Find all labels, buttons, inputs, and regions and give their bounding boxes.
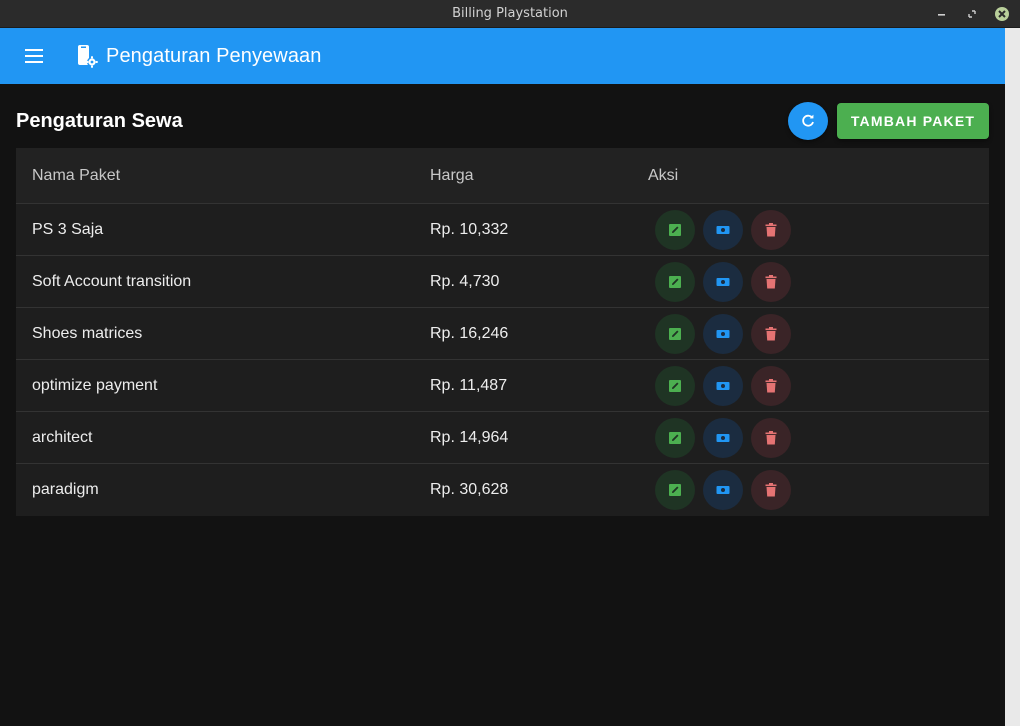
delete-icon <box>765 222 777 236</box>
delete-button[interactable] <box>751 417 791 458</box>
header-price: Harga <box>430 166 474 184</box>
page-title: Pengaturan Sewa <box>16 109 183 132</box>
app-bar-title: Pengaturan Penyewaan <box>106 44 322 67</box>
page-header: Pengaturan Sewa TAMBAH PAKET <box>16 102 989 140</box>
table-row: architect Rp. 14,964 <box>16 412 989 464</box>
close-button[interactable] <box>990 4 1014 24</box>
refresh-icon <box>802 114 814 127</box>
cell-price: Rp. 10,332 <box>430 220 509 238</box>
restore-icon <box>968 10 976 18</box>
view-icon <box>716 277 730 286</box>
cell-price: Rp. 14,964 <box>430 428 509 446</box>
edit-button[interactable] <box>655 417 695 458</box>
delete-button[interactable] <box>751 470 791 510</box>
delete-icon <box>765 430 777 444</box>
table-header: Nama Paket Harga Aksi <box>16 148 989 204</box>
refresh-button[interactable] <box>788 102 828 140</box>
minimize-button[interactable] <box>930 4 954 24</box>
app-bar: Pengaturan Penyewaan <box>0 28 1005 84</box>
cell-actions <box>632 261 791 302</box>
header-name: Nama Paket <box>32 166 121 184</box>
cell-price: Rp. 16,246 <box>430 324 509 342</box>
view-button[interactable] <box>703 365 743 406</box>
view-icon <box>716 486 730 494</box>
table-row: paradigm Rp. 30,628 <box>16 464 989 516</box>
view-button[interactable] <box>703 261 743 302</box>
restore-button[interactable] <box>960 4 984 24</box>
delete-icon <box>765 378 777 392</box>
window-controls <box>930 4 1014 24</box>
delete-button[interactable] <box>751 261 791 302</box>
close-icon <box>995 7 1009 21</box>
window-titlebar: Billing Playstation <box>0 0 1020 28</box>
view-button[interactable] <box>703 417 743 458</box>
delete-button[interactable] <box>751 365 791 406</box>
edit-icon <box>669 484 681 496</box>
header-actions: TAMBAH PAKET <box>788 102 989 140</box>
cell-name: paradigm <box>32 481 99 498</box>
cell-price: Rp. 11,487 <box>430 376 508 394</box>
cell-actions <box>632 417 791 458</box>
table-row: Soft Account transition Rp. 4,730 <box>16 256 989 308</box>
cell-name: PS 3 Saja <box>32 220 104 238</box>
delete-button[interactable] <box>751 209 791 250</box>
menu-button[interactable] <box>16 38 52 74</box>
view-icon <box>716 225 730 234</box>
cell-actions <box>632 365 791 406</box>
cell-name: architect <box>32 428 93 446</box>
table-body: PS 3 Saja Rp. 10,332 Soft Account transi… <box>16 204 989 516</box>
edit-icon <box>669 327 681 340</box>
cell-actions <box>632 313 791 354</box>
scrollbar-track[interactable] <box>1005 28 1020 726</box>
app-window: Pengaturan Penyewaan Pengaturan Sewa TAM… <box>0 28 1005 726</box>
minimize-icon <box>938 14 945 16</box>
table-row: PS 3 Saja Rp. 10,332 <box>16 204 989 256</box>
edit-button[interactable] <box>655 209 695 250</box>
delete-icon <box>765 483 777 497</box>
view-icon <box>716 329 730 338</box>
phone-settings-icon <box>78 45 98 68</box>
edit-button[interactable] <box>655 470 695 510</box>
packages-table: Nama Paket Harga Aksi PS 3 Saja Rp. 10,3… <box>16 148 989 516</box>
delete-icon <box>765 274 777 288</box>
view-button[interactable] <box>703 209 743 250</box>
delete-button[interactable] <box>751 313 791 354</box>
view-icon <box>716 433 730 442</box>
app-logo <box>76 44 98 68</box>
edit-icon <box>669 275 681 288</box>
edit-button[interactable] <box>655 313 695 354</box>
cell-name: optimize payment <box>32 376 158 394</box>
cell-name: Shoes matrices <box>32 324 143 342</box>
cell-actions <box>632 209 791 250</box>
window-title: Billing Playstation <box>452 6 568 21</box>
table-row: Shoes matrices Rp. 16,246 <box>16 308 989 360</box>
view-icon <box>716 381 730 390</box>
menu-icon <box>25 49 43 63</box>
edit-icon <box>669 223 681 236</box>
view-button[interactable] <box>703 470 743 510</box>
edit-button[interactable] <box>655 365 695 406</box>
edit-icon <box>669 379 681 392</box>
table-row: optimize payment Rp. 11,487 <box>16 360 989 412</box>
delete-icon <box>765 326 777 340</box>
edit-button[interactable] <box>655 261 695 302</box>
cell-price: Rp. 30,628 <box>430 481 509 498</box>
cell-price: Rp. 4,730 <box>430 272 500 290</box>
view-button[interactable] <box>703 313 743 354</box>
cell-actions <box>632 470 791 510</box>
cell-name: Soft Account transition <box>32 272 192 290</box>
add-package-button[interactable]: TAMBAH PAKET <box>837 103 989 139</box>
edit-icon <box>669 431 681 444</box>
header-actions-col: Aksi <box>648 166 679 184</box>
